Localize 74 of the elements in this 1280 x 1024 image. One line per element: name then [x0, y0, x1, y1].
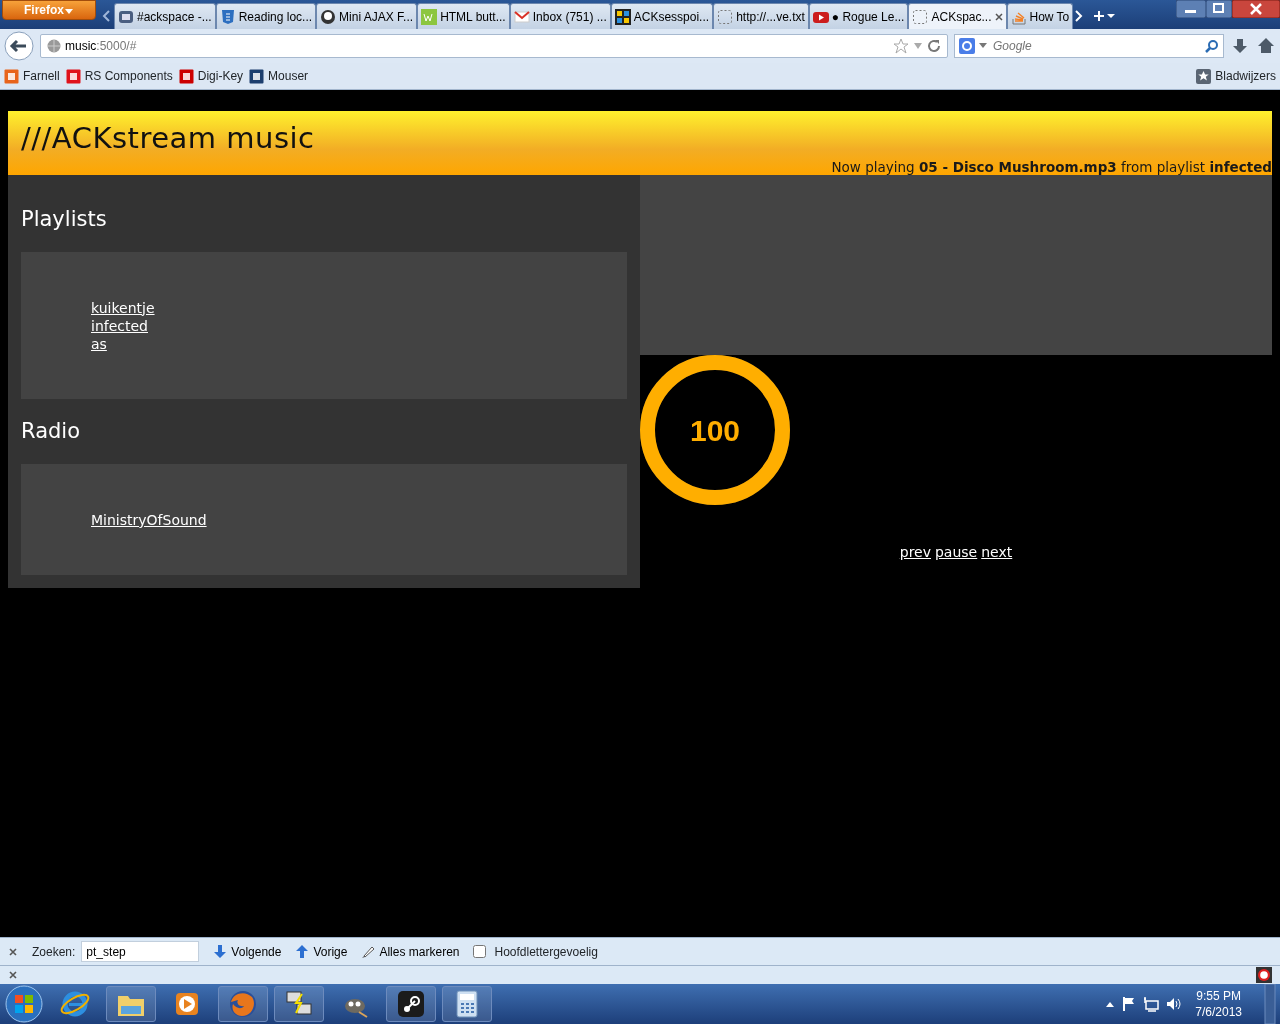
fox-globe-icon[interactable]: [227, 988, 259, 1020]
bookmark-link[interactable]: RS Components: [65, 67, 173, 85]
close-icon[interactable]: [1232, 0, 1280, 18]
browser-tab[interactable]: Inbox (751) ...: [509, 3, 611, 29]
irc-icon: [118, 8, 134, 25]
bookmark-icon: [4, 68, 19, 84]
shield-icon: [219, 8, 236, 25]
back-icon[interactable]: [4, 31, 34, 61]
browser-tab[interactable]: ACKsesspoi...: [610, 3, 714, 29]
bookmark-icon: [249, 68, 265, 84]
find-button[interactable]: Alles markeren: [361, 942, 460, 961]
browser-tab[interactable]: #ackspace -...: [114, 3, 216, 29]
network-icon[interactable]: [1143, 996, 1160, 1012]
address-field[interactable]: music:5000/#: [40, 34, 948, 58]
browser-tab[interactable]: Mini AJAX F...: [316, 3, 418, 29]
close-icon[interactable]: [8, 970, 18, 980]
control-link[interactable]: prev: [899, 542, 931, 563]
pencil-icon: [361, 944, 376, 959]
bookmark-icon: [65, 68, 81, 84]
playlist-link[interactable]: infected: [91, 316, 148, 335]
radio-link[interactable]: MinistryOfSound: [91, 510, 207, 529]
home-icon[interactable]: [1256, 36, 1276, 56]
speaker-icon[interactable]: [1165, 996, 1182, 1012]
clock[interactable]: 9:55 PM 7/6/2013: [1195, 988, 1242, 1020]
blank-page-icon: [912, 8, 929, 25]
bookmark-link[interactable]: Farnell: [4, 67, 60, 85]
find-field[interactable]: pt_step: [81, 941, 200, 962]
bookmark-icon: [178, 68, 194, 84]
search-box[interactable]: Google: [954, 34, 1224, 58]
reload-icon[interactable]: [927, 39, 941, 53]
playlist-link[interactable]: kuikentje: [91, 298, 155, 317]
checkbox-label: Hoofdlettergevoelig: [494, 943, 598, 961]
arrow-up-icon: [295, 944, 310, 959]
star-icon[interactable]: [893, 38, 909, 54]
browser-tab[interactable]: Reading loc...: [215, 3, 317, 29]
steam-icon[interactable]: [395, 988, 427, 1020]
browser-tab[interactable]: http://...ve.txt: [713, 3, 809, 29]
address-text: music:5000/#: [65, 38, 138, 55]
caret-icon: [64, 6, 74, 15]
show-hidden-icons-icon[interactable]: [1105, 1000, 1116, 1008]
control-link[interactable]: next: [981, 542, 1013, 563]
now-playing-text: Now playing 05 - Disco Mushroom.mp3 from playlist infected: [830, 160, 1272, 175]
globe-icon: [47, 39, 61, 53]
maximize-icon[interactable]: [1206, 0, 1232, 18]
bookmark-link[interactable]: Mouser: [249, 67, 309, 85]
case-checkbox[interactable]: [473, 945, 487, 958]
find-button[interactable]: Volgende: [213, 942, 282, 961]
close-icon[interactable]: [994, 12, 1003, 21]
chat-bubble-icon: [320, 8, 337, 25]
page-title: ///ACKstream music: [20, 120, 316, 154]
search-icon[interactable]: [1205, 39, 1219, 53]
minimize-icon[interactable]: [1176, 0, 1206, 18]
bookmark-link[interactable]: Digi-Key: [178, 67, 244, 85]
mail-icon: [513, 8, 530, 25]
close-icon[interactable]: [8, 946, 18, 957]
section-heading: Radio: [21, 419, 81, 445]
blank-page-icon: [717, 8, 734, 25]
playlist-link[interactable]: as: [91, 334, 107, 353]
w3-logo-icon: [421, 8, 438, 25]
browser-tab[interactable]: HTML butt...: [417, 3, 510, 29]
find-button[interactable]: Vorige: [295, 942, 348, 961]
arrow-down-icon: [213, 944, 228, 959]
caret-icon[interactable]: [979, 43, 987, 49]
browser-tab[interactable]: ● Rogue Le...: [808, 3, 909, 29]
browser-tab[interactable]: How To: [1006, 3, 1074, 29]
find-label: Zoeken:: [32, 943, 76, 961]
record-icon[interactable]: [1256, 967, 1272, 983]
start-button[interactable]: [4, 984, 44, 1024]
section-heading: Playlists: [21, 207, 108, 233]
control-link[interactable]: pause: [935, 542, 978, 563]
browser-tab[interactable]: ACKspac...: [908, 3, 1007, 29]
grid-icon: [614, 8, 631, 25]
volume-value: 100: [689, 412, 741, 449]
bookmarks-menu[interactable]: Bladwijzers: [1196, 67, 1276, 85]
